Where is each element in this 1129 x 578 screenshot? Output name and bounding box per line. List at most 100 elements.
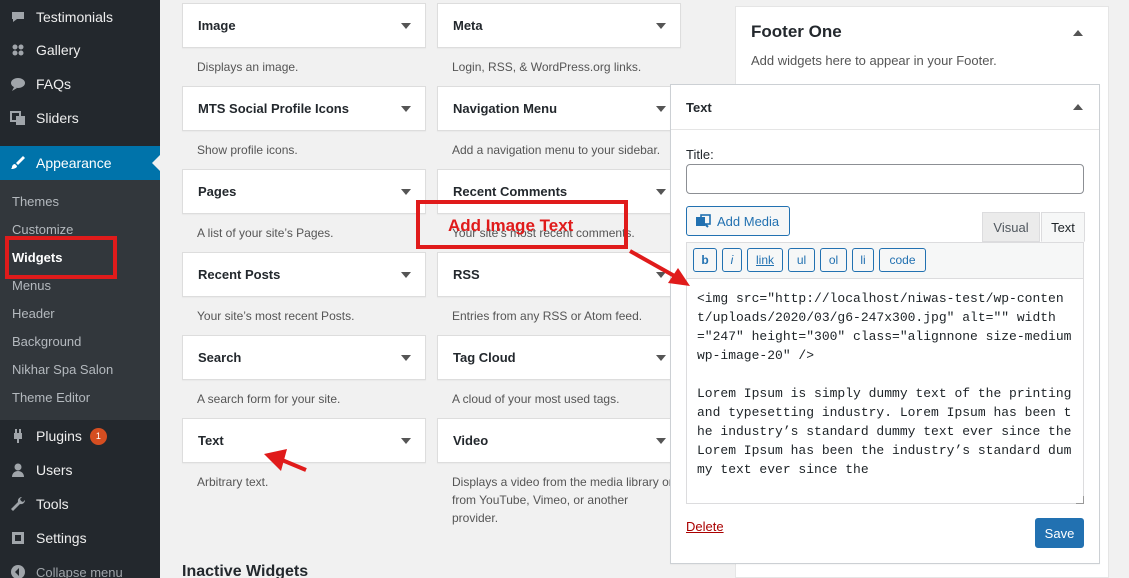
widget-title: RSS	[453, 267, 480, 282]
menu-sliders[interactable]: Sliders	[0, 101, 160, 135]
chevron-down-icon[interactable]	[401, 438, 411, 444]
collapse-label: Collapse menu	[36, 564, 123, 578]
sidebar-title[interactable]: Footer One	[751, 22, 842, 42]
menu-testimonials[interactable]: Testimonials	[0, 0, 160, 34]
widget-description: A search form for your site.	[197, 392, 341, 406]
menu-label: FAQs	[36, 76, 72, 92]
ol-button[interactable]: ol	[820, 248, 847, 272]
annotation-text: Add Image Text	[448, 216, 574, 235]
chevron-down-icon[interactable]	[656, 106, 666, 112]
chevron-down-icon[interactable]	[656, 355, 666, 361]
menu-label: Users	[36, 462, 73, 478]
testimonial-icon	[0, 8, 36, 26]
menu-users[interactable]: Users	[0, 453, 160, 487]
widget-title: Video	[453, 433, 489, 448]
plugin-icon	[0, 427, 36, 445]
users-icon	[0, 461, 36, 479]
menu-plugins[interactable]: Plugins 1	[0, 419, 160, 453]
menu-settings[interactable]: Settings	[0, 521, 160, 555]
appearance-submenu: Themes Customize Widgets Menus Header Ba…	[0, 180, 160, 420]
submenu-menus[interactable]: Menus	[12, 278, 51, 293]
annotation-callout: Add Image Text	[416, 200, 628, 249]
submenu-header[interactable]: Header	[12, 306, 55, 321]
menu-label: Sliders	[36, 110, 79, 126]
menu-tools[interactable]: Tools	[0, 487, 160, 521]
widget-header[interactable]: Text	[671, 85, 1099, 130]
chevron-down-icon[interactable]	[401, 23, 411, 29]
menu-appearance[interactable]: Appearance	[0, 146, 160, 180]
widget-image[interactable]: Image	[182, 3, 426, 48]
widget-recent-posts[interactable]: Recent Posts	[182, 252, 426, 297]
menu-label: Testimonials	[36, 9, 114, 25]
widget-description: Entries from any RSS or Atom feed.	[452, 309, 643, 323]
li-button[interactable]: li	[852, 248, 874, 272]
submenu-customize[interactable]: Customize	[12, 222, 73, 237]
widget-tag-cloud[interactable]: Tag Cloud	[437, 335, 681, 380]
widget-meta[interactable]: Meta	[437, 3, 681, 48]
widget-navigation-menu[interactable]: Navigation Menu	[437, 86, 681, 131]
widget-title: MTS Social Profile Icons	[198, 101, 349, 116]
widget-description: Add a navigation menu to your sidebar.	[452, 143, 661, 157]
widget-video[interactable]: Video	[437, 418, 681, 463]
widget-title: Navigation Menu	[453, 101, 558, 116]
chevron-down-icon[interactable]	[401, 272, 411, 278]
widget-title: Search	[198, 350, 242, 365]
ul-button[interactable]: ul	[788, 248, 815, 272]
widget-mts-social-profile-icons[interactable]: MTS Social Profile Icons	[182, 86, 426, 131]
menu-label: Settings	[36, 530, 87, 546]
widgets-highlight-box	[5, 236, 117, 279]
delete-link[interactable]: Delete	[686, 519, 724, 534]
submenu-themes[interactable]: Themes	[12, 194, 59, 209]
resize-handle[interactable]	[1076, 496, 1084, 504]
widget-pages[interactable]: Pages	[182, 169, 426, 214]
admin-sidebar: Testimonials Gallery FAQs Sliders Appear…	[0, 0, 160, 578]
chevron-down-icon[interactable]	[656, 272, 666, 278]
chevron-down-icon[interactable]	[656, 438, 666, 444]
title-input[interactable]	[686, 164, 1084, 194]
title-label: Title:	[686, 147, 714, 162]
add-media-icon	[696, 214, 711, 228]
chevron-down-icon[interactable]	[656, 23, 666, 29]
chevron-up-icon[interactable]	[1073, 104, 1083, 110]
save-button[interactable]: Save	[1035, 518, 1084, 548]
widget-description: Arbitrary text.	[197, 475, 269, 489]
widget-description: Login, RSS, & WordPress.org links.	[452, 60, 642, 74]
tab-visual[interactable]: Visual	[982, 212, 1040, 242]
chevron-down-icon[interactable]	[401, 189, 411, 195]
faq-icon	[0, 75, 36, 93]
code-button[interactable]: code	[879, 248, 926, 272]
widget-description: A list of your site’s Pages.	[197, 226, 334, 240]
widget-title: Tag Cloud	[453, 350, 516, 365]
menu-faqs[interactable]: FAQs	[0, 67, 160, 101]
text-content-editor[interactable]: <img src="http://localhost/niwas-test/wp…	[686, 278, 1084, 504]
text-widget-editor: Text Title: Add Media Visual Text b i li…	[670, 84, 1100, 564]
submenu-background[interactable]: Background	[12, 334, 81, 349]
italic-button[interactable]: i	[722, 248, 742, 272]
add-media-label: Add Media	[717, 213, 780, 229]
chevron-down-icon[interactable]	[401, 355, 411, 361]
tab-text[interactable]: Text	[1041, 212, 1085, 242]
chevron-down-icon[interactable]	[401, 106, 411, 112]
submenu-theme-editor[interactable]: Theme Editor	[12, 390, 90, 405]
widget-description: Your site’s most recent Posts.	[197, 309, 355, 323]
menu-label: Tools	[36, 496, 69, 512]
menu-label: Appearance	[36, 155, 112, 171]
widget-description: Displays an image.	[197, 60, 299, 74]
widget-title: Image	[198, 18, 236, 33]
bold-button[interactable]: b	[693, 248, 717, 272]
widget-text[interactable]: Text	[182, 418, 426, 463]
link-button[interactable]: link	[747, 248, 783, 272]
collapse-menu-button[interactable]: Collapse menu	[0, 555, 160, 578]
submenu-nikhar-spa-salon[interactable]: Nikhar Spa Salon	[12, 362, 113, 377]
menu-gallery[interactable]: Gallery	[0, 33, 160, 67]
add-media-button[interactable]: Add Media	[686, 206, 790, 236]
widget-search[interactable]: Search	[182, 335, 426, 380]
sidebar-description: Add widgets here to appear in your Foote…	[751, 53, 997, 68]
widget-description: A cloud of your most used tags.	[452, 392, 620, 406]
menu-label: Gallery	[36, 42, 81, 58]
chevron-up-icon[interactable]	[1073, 30, 1083, 36]
widget-description: Show profile icons.	[197, 143, 298, 157]
widget-rss[interactable]: RSS	[437, 252, 681, 297]
chevron-down-icon[interactable]	[656, 189, 666, 195]
current-indicator	[152, 155, 160, 171]
